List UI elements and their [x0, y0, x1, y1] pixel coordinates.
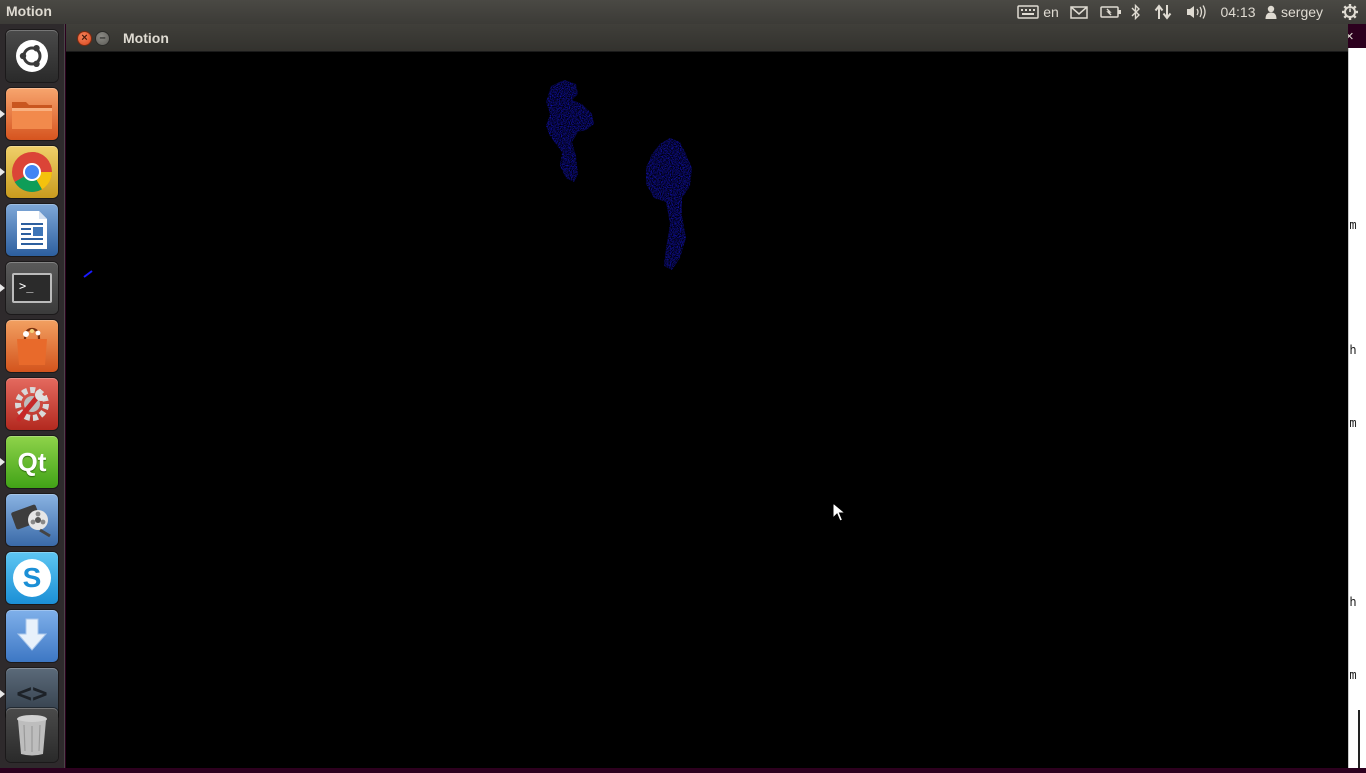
- folder-icon: [12, 102, 52, 129]
- motion-video-canvas[interactable]: [66, 52, 1348, 768]
- power-gear-icon[interactable]: [1338, 0, 1362, 24]
- volume-icon[interactable]: [1183, 0, 1209, 24]
- running-indicator: [0, 168, 5, 176]
- settings-wrench-icon: [15, 387, 49, 422]
- trash-icon: [17, 715, 47, 756]
- mail-icon[interactable]: [1068, 0, 1090, 24]
- film-reel-icon: [11, 504, 51, 538]
- active-app-title: Motion: [6, 3, 52, 19]
- launcher-item-libreoffice-writer[interactable]: [6, 204, 58, 256]
- keyboard-icon[interactable]: [1016, 0, 1040, 24]
- motion-window: × – Motion: [66, 24, 1348, 768]
- user-menu[interactable]: sergey: [1265, 0, 1333, 24]
- window-title: Motion: [123, 30, 169, 46]
- terminal-icon: >_: [12, 273, 52, 303]
- launcher-item-dash-home[interactable]: [6, 30, 58, 82]
- code-brackets-icon: <>: [16, 679, 48, 709]
- background-window-text: m: [1349, 218, 1357, 232]
- background-window-text: h: [1349, 343, 1357, 357]
- keyboard-layout-indicator[interactable]: en: [1042, 0, 1060, 24]
- background-window-edge: [1348, 48, 1366, 768]
- launcher-item-files[interactable]: [6, 88, 58, 140]
- background-window-text: m: [1349, 668, 1357, 682]
- download-arrow-icon: [16, 618, 48, 651]
- launcher-item-software-center[interactable]: [6, 320, 58, 372]
- mouse-cursor-icon: [832, 502, 846, 522]
- launcher: >_ Qt S <>: [0, 24, 65, 768]
- launcher-item-downloader[interactable]: [6, 610, 58, 662]
- user-icon: [1265, 5, 1277, 19]
- clock[interactable]: 04:13: [1218, 0, 1258, 24]
- motion-blob-small: [83, 270, 93, 278]
- launcher-item-skype[interactable]: S: [6, 552, 58, 604]
- skype-icon: S: [13, 559, 51, 597]
- motion-detection-frame: [83, 80, 692, 278]
- running-indicator: [0, 458, 5, 466]
- ubuntu-logo-icon: [16, 40, 48, 72]
- chrome-icon: [12, 152, 52, 192]
- launcher-item-qt-creator[interactable]: Qt: [6, 436, 58, 488]
- launcher-item-terminal[interactable]: >_: [6, 262, 58, 314]
- launcher-item-chrome[interactable]: [6, 146, 58, 198]
- running-indicator: [0, 110, 5, 118]
- network-icon[interactable]: [1152, 0, 1174, 24]
- launcher-item-system-settings[interactable]: [6, 378, 58, 430]
- scrollbar-thumb[interactable]: [1358, 710, 1360, 768]
- launcher-item-video-editor[interactable]: [6, 494, 58, 546]
- background-window-text: h: [1349, 595, 1357, 609]
- top-panel: Motion en 04:13 sergey: [0, 0, 1366, 24]
- shopping-bag-icon: [17, 327, 47, 365]
- window-close-button[interactable]: ×: [77, 31, 92, 46]
- user-name: sergey: [1281, 4, 1324, 20]
- battery-icon[interactable]: [1099, 0, 1123, 24]
- skype-letter: S: [22, 562, 42, 593]
- background-window-text: m: [1349, 416, 1357, 430]
- terminal-prompt: >_: [19, 279, 34, 293]
- running-indicator: [0, 284, 5, 292]
- writer-document-icon: [17, 211, 47, 249]
- qt-icon: Qt: [17, 446, 47, 477]
- motion-blob-figure-left: [546, 80, 594, 182]
- bluetooth-icon[interactable]: [1128, 0, 1144, 24]
- window-minimize-button[interactable]: –: [95, 31, 110, 46]
- launcher-item-trash[interactable]: [6, 708, 58, 762]
- window-titlebar[interactable]: × – Motion: [66, 24, 1348, 52]
- motion-blob-figure-right: [646, 138, 692, 270]
- running-indicator: [0, 690, 5, 698]
